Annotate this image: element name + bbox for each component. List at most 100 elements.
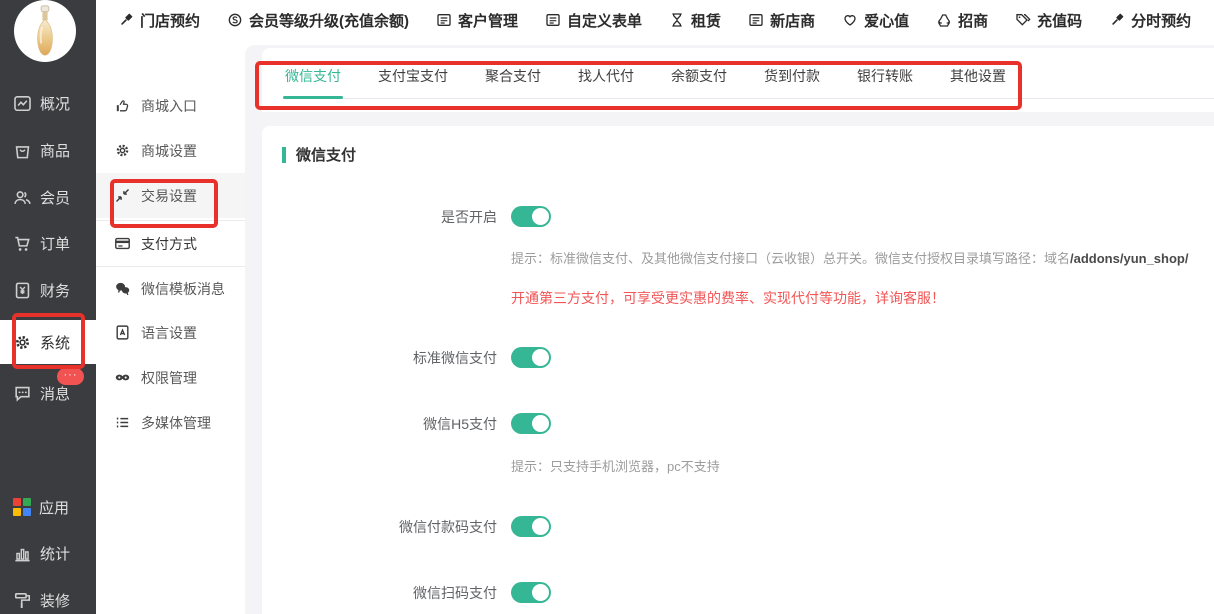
sidebar-item-statistics[interactable]: 统计 bbox=[0, 533, 96, 573]
wechat-micropay-toggle[interactable] bbox=[511, 516, 551, 537]
topnav-item-store-booking[interactable]: 门店预约 bbox=[118, 10, 200, 31]
paint-roller-icon bbox=[13, 591, 32, 610]
tab-other-settings[interactable]: 其他设置 bbox=[950, 66, 1006, 98]
subnav-item-mall-settings[interactable]: 商城设置 bbox=[96, 128, 245, 173]
toggle-knob bbox=[532, 584, 549, 601]
topnav-item-recharge-code[interactable]: 充值码 bbox=[1015, 10, 1082, 31]
subnav-item-language-settings[interactable]: 语言设置 bbox=[96, 310, 245, 355]
sidebar-item-overview[interactable]: 概况 bbox=[0, 83, 96, 123]
standard-wechat-pay-toggle[interactable] bbox=[511, 347, 551, 368]
form-icon bbox=[436, 12, 452, 28]
sidebar-item-finance[interactable]: 财务 bbox=[0, 270, 96, 310]
subnav-item-mall-entry[interactable]: 商城入口 bbox=[96, 83, 245, 128]
sidebar-item-decorate[interactable]: 装修 bbox=[0, 580, 96, 614]
toggle-knob bbox=[532, 208, 549, 225]
sidebar-item-label: 消息 bbox=[40, 383, 70, 404]
hourglass-icon bbox=[669, 12, 685, 28]
wechat-icon bbox=[114, 280, 131, 297]
apps-grid-icon bbox=[13, 498, 31, 516]
gavel-icon bbox=[1109, 12, 1125, 28]
topnav-label: 客户管理 bbox=[458, 10, 518, 31]
topnav-label: 租赁 bbox=[691, 10, 721, 31]
topnav-label: 新店商 bbox=[770, 10, 815, 31]
subnav-item-permissions[interactable]: 权限管理 bbox=[96, 355, 245, 400]
field-label: 微信扫码支付 bbox=[262, 583, 497, 603]
topnav-item-customer-management[interactable]: 客户管理 bbox=[436, 10, 518, 31]
toggle-knob bbox=[532, 518, 549, 535]
credit-card-icon bbox=[114, 235, 131, 252]
subnav-item-media-management[interactable]: 多媒体管理 bbox=[96, 400, 245, 445]
form-icon bbox=[545, 12, 561, 28]
field-label: 是否开启 bbox=[262, 207, 497, 227]
tab-balance-pay[interactable]: 余额支付 bbox=[671, 66, 727, 98]
topnav-item-love-points[interactable]: 爱心值 bbox=[842, 10, 909, 31]
topnav-label: 会员等级升级(充值余额) bbox=[249, 10, 409, 31]
sidebar-item-label: 概况 bbox=[40, 93, 70, 114]
sidebar-item-members[interactable]: 会员 bbox=[0, 177, 96, 217]
perfume-bottle-logo bbox=[25, 2, 65, 60]
subnav-item-wechat-template[interactable]: 微信模板消息 bbox=[96, 266, 245, 311]
sidebar-item-label: 系统 bbox=[40, 332, 70, 353]
wechat-h5-pay-toggle[interactable] bbox=[511, 413, 551, 434]
subnav-label: 商城设置 bbox=[141, 141, 197, 161]
subnav-item-payment-methods[interactable]: 支付方式 bbox=[96, 220, 245, 267]
primary-sidebar: 概况 商品 会员 订单 财务 系统 消息 应用 统计 装修 bbox=[0, 0, 96, 614]
gavel-icon bbox=[118, 12, 134, 28]
subnav-label: 多媒体管理 bbox=[141, 413, 211, 433]
tab-aggregate-pay[interactable]: 聚合支付 bbox=[485, 66, 541, 98]
wechat-qr-pay-toggle[interactable] bbox=[511, 582, 551, 603]
sidebar-item-label: 商品 bbox=[40, 140, 70, 161]
field-hint: 提示：标准微信支付、及其他微信支付接口（云收银）总开关。微信支付授权目录填写路径… bbox=[511, 248, 1188, 267]
sidebar-item-label: 应用 bbox=[39, 497, 69, 518]
order-cart-icon bbox=[13, 234, 32, 253]
recycle-icon bbox=[936, 12, 952, 28]
subnav-item-trade-settings[interactable]: 交易设置 bbox=[96, 173, 245, 218]
form-icon bbox=[748, 12, 764, 28]
tab-proxy-pay[interactable]: 找人代付 bbox=[578, 66, 634, 98]
sidebar-item-label: 财务 bbox=[40, 280, 70, 301]
topnav-label: 自定义表单 bbox=[567, 10, 642, 31]
tab-cash-on-delivery[interactable]: 货到付款 bbox=[764, 66, 820, 98]
hint-path: /addons/yun_shop/ bbox=[1070, 251, 1188, 266]
section-title: 微信支付 bbox=[296, 144, 356, 165]
topnav-item-timeslot-booking[interactable]: 分时预约 bbox=[1109, 10, 1191, 31]
top-nav-bar: 门店预约 会员等级升级(充值余额) 客户管理 自定义表单 租赁 新店商 爱心值 … bbox=[96, 0, 1214, 40]
section-accent-bar bbox=[282, 147, 286, 163]
subnav-label: 支付方式 bbox=[141, 234, 197, 254]
sidebar-item-orders[interactable]: 订单 bbox=[0, 223, 96, 263]
sidebar-item-label: 订单 bbox=[40, 233, 70, 254]
goggles-icon bbox=[114, 369, 131, 386]
wechat-pay-settings-panel: 微信支付 是否开启 提示：标准微信支付、及其他微信支付接口（云收银）总开关。微信… bbox=[262, 126, 1214, 614]
sidebar-item-apps[interactable]: 应用 bbox=[0, 487, 96, 527]
tab-alipay[interactable]: 支付宝支付 bbox=[378, 66, 448, 98]
topnav-item-custom-form[interactable]: 自定义表单 bbox=[545, 10, 642, 31]
topnav-item-new-store[interactable]: 新店商 bbox=[748, 10, 815, 31]
enable-toggle[interactable] bbox=[511, 206, 551, 227]
form-row: 微信付款码支付 bbox=[262, 516, 551, 537]
third-party-notice: 开通第三方支付，可享受更实惠的费率、实现代付等功能，详询客服！ bbox=[511, 288, 945, 308]
toggle-knob bbox=[532, 349, 549, 366]
hand-icon bbox=[114, 97, 131, 114]
compress-arrows-icon bbox=[114, 187, 131, 204]
field-label: 微信H5支付 bbox=[262, 414, 497, 434]
subnav-label: 商城入口 bbox=[141, 96, 197, 116]
topnav-item-rental[interactable]: 租赁 bbox=[669, 10, 721, 31]
avatar[interactable] bbox=[14, 0, 76, 62]
line-chart-icon bbox=[13, 94, 32, 113]
topnav-label: 分时预约 bbox=[1131, 10, 1191, 31]
chat-bubble-icon bbox=[13, 384, 32, 403]
subnav-label: 权限管理 bbox=[141, 368, 197, 388]
topnav-item-member-upgrade[interactable]: 会员等级升级(充值余额) bbox=[227, 10, 409, 31]
payment-tabs: 微信支付 支付宝支付 聚合支付 找人代付 余额支付 货到付款 银行转账 其他设置 bbox=[285, 66, 1214, 99]
topnav-label: 招商 bbox=[958, 10, 988, 31]
sidebar-item-goods[interactable]: 商品 bbox=[0, 130, 96, 170]
tab-wechat-pay[interactable]: 微信支付 bbox=[285, 66, 341, 98]
topnav-item-investment[interactable]: 招商 bbox=[936, 10, 988, 31]
sidebar-item-system[interactable]: 系统 bbox=[0, 320, 96, 364]
messages-badge: ··· bbox=[57, 368, 84, 385]
tags-icon bbox=[1015, 12, 1031, 28]
subnav-label: 语言设置 bbox=[141, 323, 197, 343]
tab-bank-transfer[interactable]: 银行转账 bbox=[857, 66, 913, 98]
gear-icon bbox=[13, 333, 32, 352]
secondary-sidebar: 商城入口 商城设置 交易设置 支付方式 微信模板消息 语言设置 权限管理 多媒体… bbox=[96, 40, 245, 614]
